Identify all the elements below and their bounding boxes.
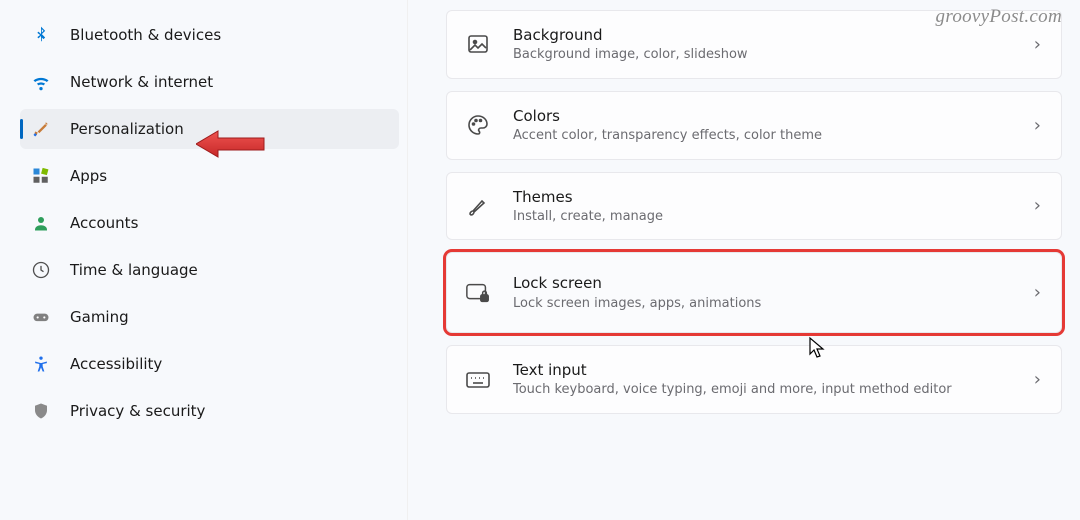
sidebar-item-bluetooth-devices[interactable]: Bluetooth & devices (20, 15, 399, 55)
palette-icon (465, 112, 491, 138)
chevron-right-icon: › (1034, 34, 1041, 55)
apps-icon (30, 165, 52, 187)
card-text-input[interactable]: Text input Touch keyboard, voice typing,… (446, 345, 1062, 414)
paintbrush-icon (30, 118, 52, 140)
lock-screen-icon (465, 280, 491, 306)
card-title: Themes (513, 187, 1024, 207)
chevron-right-icon: › (1034, 195, 1041, 216)
sidebar-item-label: Personalization (70, 120, 184, 138)
sidebar-item-label: Time & language (70, 261, 198, 279)
card-title: Text input (513, 360, 1024, 380)
watermark-text: groovyPost.com (936, 6, 1062, 28)
card-subtitle: Lock screen images, apps, animations (513, 295, 1024, 313)
card-subtitle: Background image, color, slideshow (513, 46, 1024, 64)
sidebar-item-network-internet[interactable]: Network & internet (20, 62, 399, 102)
sidebar-item-gaming[interactable]: Gaming (20, 297, 399, 337)
card-subtitle: Accent color, transparency effects, colo… (513, 127, 1024, 145)
shield-icon (30, 400, 52, 422)
sidebar-item-label: Accounts (70, 214, 138, 232)
card-subtitle: Install, create, manage (513, 208, 1024, 226)
card-title: Lock screen (513, 273, 1024, 293)
gamepad-icon (30, 306, 52, 328)
chevron-right-icon: › (1034, 369, 1041, 390)
bluetooth-icon (30, 24, 52, 46)
sidebar-item-time-language[interactable]: Time & language (20, 250, 399, 290)
sidebar-item-label: Accessibility (70, 355, 162, 373)
card-themes[interactable]: Themes Install, create, manage › (446, 172, 1062, 241)
wifi-icon (30, 71, 52, 93)
sidebar-item-label: Apps (70, 167, 107, 185)
card-title: Background (513, 25, 1024, 45)
brush-icon (465, 193, 491, 219)
card-title: Colors (513, 106, 1024, 126)
main-content: Background Background image, color, slid… (408, 0, 1080, 520)
card-subtitle: Touch keyboard, voice typing, emoji and … (513, 381, 1024, 399)
sidebar-item-label: Network & internet (70, 73, 213, 91)
sidebar-item-personalization[interactable]: Personalization (20, 109, 399, 149)
settings-layout: Bluetooth & devices Network & internet P… (0, 0, 1080, 520)
sidebar-item-privacy-security[interactable]: Privacy & security (20, 391, 399, 431)
sidebar-item-accessibility[interactable]: Accessibility (20, 344, 399, 384)
sidebar-item-label: Gaming (70, 308, 129, 326)
card-colors[interactable]: Colors Accent color, transparency effect… (446, 91, 1062, 160)
sidebar-item-apps[interactable]: Apps (20, 156, 399, 196)
chevron-right-icon: › (1034, 282, 1041, 303)
sidebar-item-label: Bluetooth & devices (70, 26, 221, 44)
chevron-right-icon: › (1034, 115, 1041, 136)
picture-icon (465, 31, 491, 57)
clock-globe-icon (30, 259, 52, 281)
card-lock-screen[interactable]: Lock screen Lock screen images, apps, an… (446, 252, 1062, 333)
sidebar-item-label: Privacy & security (70, 402, 205, 420)
sidebar: Bluetooth & devices Network & internet P… (0, 0, 408, 520)
person-icon (30, 212, 52, 234)
sidebar-item-accounts[interactable]: Accounts (20, 203, 399, 243)
keyboard-icon (465, 367, 491, 393)
accessibility-icon (30, 353, 52, 375)
